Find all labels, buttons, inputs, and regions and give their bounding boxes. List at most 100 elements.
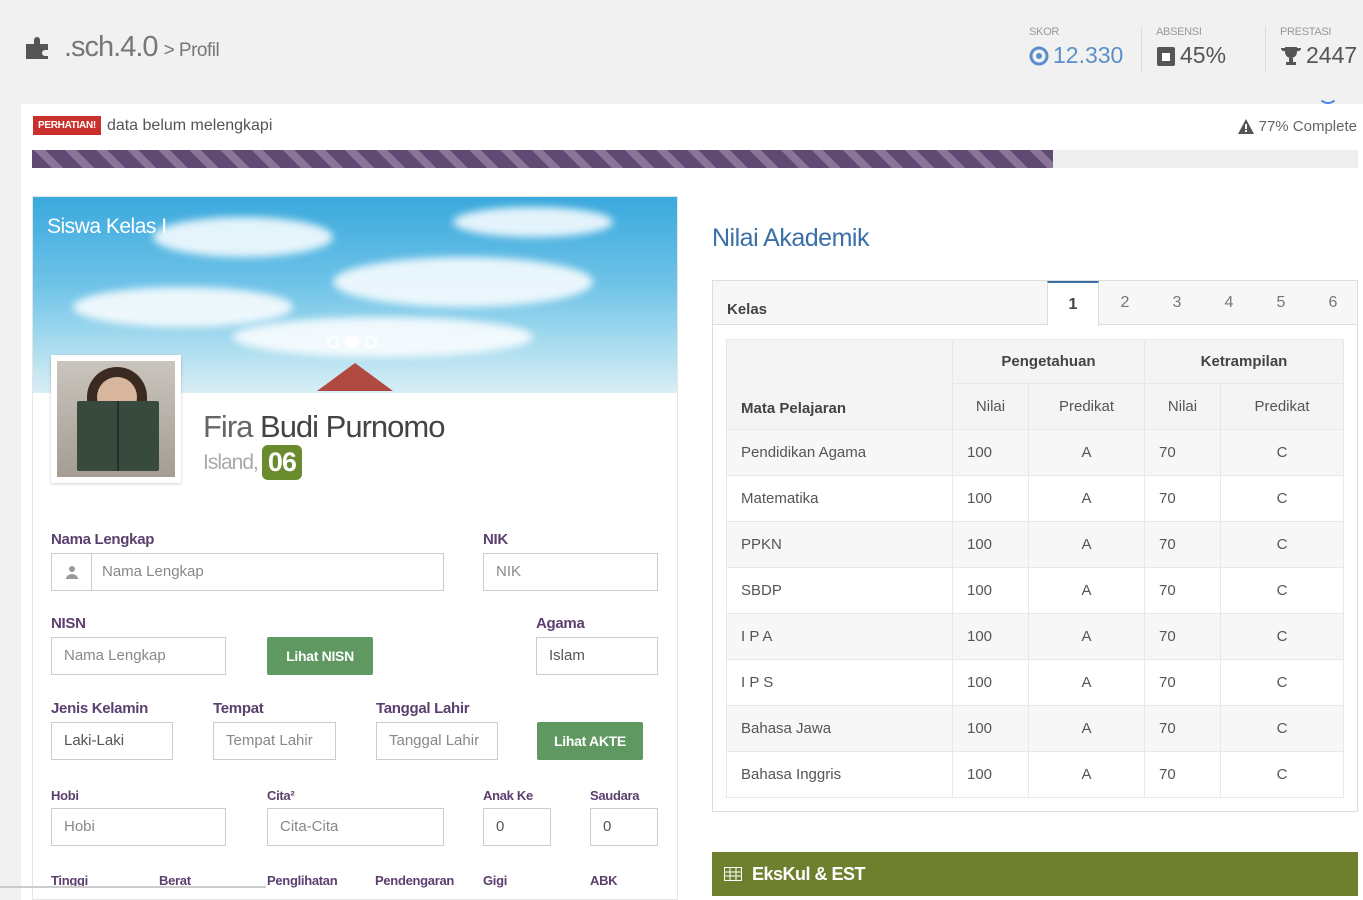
ketrampilan-nilai-cell: 70 <box>1144 659 1221 706</box>
agama-input[interactable]: Islam <box>536 637 658 675</box>
ketrampilan-predikat-cell: C <box>1220 429 1344 476</box>
pengetahuan-nilai-cell: 100 <box>952 521 1029 568</box>
calendar-icon <box>1157 46 1175 66</box>
tanggal-lahir-input[interactable]: Tanggal Lahir <box>376 722 498 760</box>
pengetahuan-predikat-cell: A <box>1028 751 1145 798</box>
coin-icon <box>1029 46 1049 65</box>
ketrampilan-nilai-cell: 70 <box>1144 567 1221 614</box>
stat-absensi[interactable]: ABSENSI 45% <box>1141 26 1265 72</box>
tab-kelas-3[interactable]: 3 <box>1151 281 1203 325</box>
kelas-label: Kelas <box>727 301 768 318</box>
tab-kelas-1[interactable]: 1 <box>1047 281 1099 326</box>
pengetahuan-predikat-cell: A <box>1028 475 1145 522</box>
col-k-predikat: Predikat <box>1220 383 1344 430</box>
nisn-input[interactable]: Nama Lengkap <box>51 637 226 675</box>
pengetahuan-nilai-cell: 100 <box>952 429 1029 476</box>
completion-progress-bar <box>32 150 1358 168</box>
warning-badge: PERHATIAN! <box>33 116 101 135</box>
carousel-dot-active[interactable] <box>345 335 359 349</box>
nama-lengkap-label: Nama Lengkap <box>51 531 155 548</box>
nisn-label: NISN <box>51 615 86 632</box>
pengetahuan-nilai-cell: 100 <box>952 659 1029 706</box>
loading-spinner-icon <box>1318 84 1338 104</box>
subject-cell: I P S <box>726 659 953 706</box>
tab-kelas-5[interactable]: 5 <box>1255 281 1307 325</box>
table-row: Matematika 100 A 70 C <box>726 475 1344 522</box>
cita-input[interactable]: Cita-Cita <box>267 808 444 846</box>
app-name: .sch.4.0 <box>64 31 159 63</box>
student-number-badge: 06 <box>261 445 302 480</box>
stat-label: SKOR <box>1029 26 1059 38</box>
tempat-input[interactable]: Tempat Lahir <box>213 722 336 760</box>
hobi-input[interactable]: Hobi <box>51 808 226 846</box>
penglihatan-label: Penglihatan <box>267 873 338 888</box>
cita-label: Cita² <box>267 788 295 803</box>
nama-lengkap-field[interactable]: Nama Lengkap <box>51 553 444 591</box>
subject-cell: I P A <box>726 613 953 660</box>
tab-kelas-6[interactable]: 6 <box>1307 281 1359 325</box>
table-row: Pendidikan Agama 100 A 70 C <box>726 429 1344 476</box>
saudara-input[interactable]: 0 <box>590 808 658 846</box>
ekskul-panel-header[interactable]: EksKul & EST <box>712 852 1358 896</box>
table-row: Bahasa Jawa 100 A 70 C <box>726 705 1344 752</box>
breadcrumb[interactable]: > Profil <box>164 40 220 62</box>
nik-input[interactable]: NIK <box>483 553 658 591</box>
pengetahuan-nilai-cell: 100 <box>952 475 1029 522</box>
ketrampilan-predikat-cell: C <box>1220 613 1344 660</box>
tempat-label: Tempat <box>213 700 264 717</box>
col-k-nilai: Nilai <box>1144 383 1221 430</box>
stats-bar: SKOR 12.330 ABSENSI 45% PRESTASI 2447 <box>1015 26 1363 72</box>
pengetahuan-predikat-cell: A <box>1028 567 1145 614</box>
subject-cell: Bahasa Inggris <box>726 751 953 798</box>
ketrampilan-nilai-cell: 70 <box>1144 751 1221 798</box>
avatar[interactable] <box>51 355 181 483</box>
brand[interactable]: .sch.4.0 > Profil <box>24 30 220 64</box>
pengetahuan-nilai-cell: 100 <box>952 567 1029 614</box>
nilai-tabs-panel: Kelas 1 2 3 4 5 6 Mata Pelajaran Pengeta… <box>712 280 1358 812</box>
col-p-predikat: Predikat <box>1028 383 1145 430</box>
ketrampilan-predikat-cell: C <box>1220 475 1344 522</box>
table-row: Bahasa Inggris 100 A 70 C <box>726 751 1344 798</box>
main-panel: PERHATIAN! data belum melengkapi 77% Com… <box>21 104 1363 900</box>
ketrampilan-predikat-cell: C <box>1220 567 1344 614</box>
stat-value: 12.330 <box>1053 42 1124 68</box>
subject-cell: SBDP <box>726 567 953 614</box>
ketrampilan-predikat-cell: C <box>1220 751 1344 798</box>
ketrampilan-nilai-cell: 70 <box>1144 613 1221 660</box>
hobi-label: Hobi <box>51 788 79 803</box>
jenis-kelamin-label: Jenis Kelamin <box>51 700 148 717</box>
tab-kelas-4[interactable]: 4 <box>1203 281 1255 325</box>
agama-label: Agama <box>536 615 585 632</box>
nama-lengkap-input[interactable]: Nama Lengkap <box>92 554 443 590</box>
ketrampilan-nilai-cell: 70 <box>1144 705 1221 752</box>
completion-text: 77% Complete <box>1258 118 1357 135</box>
subject-cell: Bahasa Jawa <box>726 705 953 752</box>
col-mata-pelajaran: Mata Pelajaran <box>726 339 953 430</box>
ketrampilan-predikat-cell: C <box>1220 659 1344 706</box>
abk-label: ABK <box>590 873 618 888</box>
col-ketrampilan: Ketrampilan <box>1144 339 1344 384</box>
top-bar: .sch.4.0 > Profil SKOR 12.330 ABSENSI 45… <box>0 0 1363 100</box>
stat-label: ABSENSI <box>1156 26 1202 38</box>
carousel-dot[interactable] <box>365 336 377 348</box>
tab-kelas-2[interactable]: 2 <box>1099 281 1151 325</box>
first-name: Fira <box>203 409 253 444</box>
notice-bar: PERHATIAN! data belum melengkapi <box>33 116 272 135</box>
lihat-nisn-button[interactable]: Lihat NISN <box>267 637 373 675</box>
lihat-akte-button[interactable]: Lihat AKTE <box>537 722 643 760</box>
carousel-dot[interactable] <box>327 336 339 348</box>
saudara-label: Saudara <box>590 788 640 803</box>
tanggal-lahir-label: Tanggal Lahir <box>376 700 470 717</box>
stat-prestasi[interactable]: PRESTASI 2447 <box>1265 26 1363 72</box>
carousel-indicators[interactable] <box>327 335 377 349</box>
banner-title: Siswa Kelas I <box>47 215 167 238</box>
anak-ke-input[interactable]: 0 <box>483 808 551 846</box>
ekskul-title: EksKul & EST <box>752 863 866 884</box>
divider <box>0 886 266 888</box>
jenis-kelamin-select[interactable]: Laki-Laki <box>51 722 173 760</box>
stat-skor[interactable]: SKOR 12.330 <box>1015 26 1141 72</box>
trophy-icon <box>1280 46 1302 65</box>
student-name: Fira Budi Purnomo <box>203 409 445 445</box>
ketrampilan-predikat-cell: C <box>1220 521 1344 568</box>
pengetahuan-nilai-cell: 100 <box>952 705 1029 752</box>
